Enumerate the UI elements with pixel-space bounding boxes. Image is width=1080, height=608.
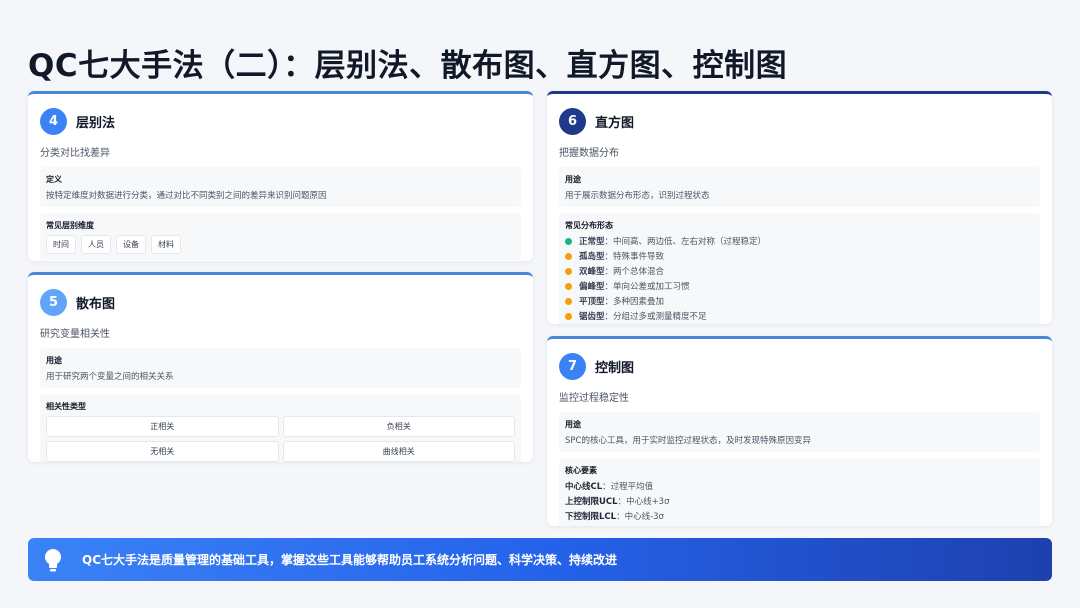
card-header: 7 控制图 [559,351,1040,381]
status-dot [565,297,572,305]
element-name: 上控制限UCL [565,497,618,507]
dimension-tag: 材料 [151,235,181,254]
distribution-item: 平顶型 ：多种因素叠加 [565,295,1034,307]
usage-text: 用于研究两个变量之间的相关关系 [46,372,174,382]
distribution-desc: ：特殊事件导致 [604,252,665,262]
status-dot [565,237,572,245]
card-subtitle: 监控过程稳定性 [559,393,629,404]
element-desc: ：中心线-3σ [616,512,664,522]
lightbulb-icon [42,547,64,573]
dimension-tags: 时间 人员 设备 材料 [46,235,515,254]
usage-text: SPC的核心工具，用于实时监控过程状态，及时发现特殊原因变异 [565,436,811,446]
card-scatter: 5 散布图 研究变量相关性 用途 用于研究两个变量之间的相关关系 相关性类型 正… [28,272,533,462]
control-element: 中心线CL：过程平均值 [565,480,1034,492]
correlation-types: 正相关 负相关 无相关 曲线相关 [46,416,515,462]
control-element: 下控制限LCL：中心线-3σ [565,510,1034,522]
card-subtitle: 把握数据分布 [559,148,619,159]
distribution-name: 偏峰型 [579,282,605,292]
status-dot [565,267,572,275]
status-dot [565,252,572,260]
distribution-name: 正常型 [579,237,605,247]
distribution-name: 锯齿型 [579,312,605,322]
number-badge: 5 [40,288,67,316]
definition-label: 定义 [46,175,62,184]
summary-banner: QC七大手法是质量管理的基础工具，掌握这些工具能够帮助员工系统分析问题、科学决策… [28,538,1052,581]
page-title: QC七大手法（二）：层别法、散布图、直方图、控制图 [28,48,788,84]
distribution-desc: ：中间高、两边低、左右对称（过程稳定） [604,237,767,247]
dimensions-box: 常见层别维度 时间 人员 设备 材料 [40,213,521,260]
correlation-type: 曲线相关 [282,441,515,462]
shapes-box: 常见分布形态 正常型 ：中间高、两边低、左右对称（过程稳定） 孤岛型 ：特殊事件导致… [559,213,1040,324]
usage-box: 用途 SPC的核心工具，用于实时监控过程状态，及时发现特殊原因变异 [559,412,1040,452]
card-histogram: 6 直方图 把握数据分布 用途 用于展示数据分布形态，识别过程状态 常见分布形态… [547,91,1052,324]
card-header: 5 散布图 [40,287,521,317]
types-label: 相关性类型 [46,402,86,411]
dimensions-label: 常见层别维度 [46,221,94,230]
distribution-name: 双峰型 [579,267,605,277]
element-name: 下控制限LCL [565,512,617,522]
status-dot [565,282,572,290]
distribution-desc: ：单向公差或加工习惯 [604,282,690,292]
usage-label: 用途 [565,420,581,429]
usage-box: 用途 用于研究两个变量之间的相关关系 [40,348,521,388]
correlation-type: 正相关 [46,416,279,437]
usage-label: 用途 [565,175,581,184]
card-header: 4 层别法 [40,106,521,136]
card-stratification: 4 层别法 分类对比找差异 定义 按特定维度对数据进行分类，通过对比不同类别之间… [28,91,533,261]
distribution-item: 双峰型 ：两个总体混合 [565,265,1034,277]
element-desc: ：中心线+3σ [617,497,670,507]
dimension-tag: 人员 [81,235,111,254]
usage-text: 用于展示数据分布形态，识别过程状态 [565,191,710,201]
distribution-item: 孤岛型 ：特殊事件导致 [565,250,1034,262]
number-badge: 6 [559,107,586,135]
types-box: 相关性类型 正相关 负相关 无相关 曲线相关 [40,394,521,462]
status-dot [565,312,572,320]
element-desc: ：过程平均值 [602,482,654,492]
distribution-item: 正常型 ：中间高、两边低、左右对称（过程稳定） [565,235,1034,247]
shapes-label: 常见分布形态 [565,221,613,230]
card-title: 层别法 [76,115,116,131]
distribution-item: 锯齿型 ：分组过多或测量精度不足 [565,310,1034,322]
card-title: 直方图 [595,115,635,131]
correlation-type: 负相关 [282,416,515,437]
usage-box: 用途 用于展示数据分布形态，识别过程状态 [559,167,1040,207]
distribution-desc: ：多种因素叠加 [604,297,665,307]
number-badge: 4 [40,107,67,135]
definition-text: 按特定维度对数据进行分类，通过对比不同类别之间的差异来识别问题原因 [46,191,327,201]
correlation-type: 无相关 [46,441,279,462]
card-subtitle: 分类对比找差异 [40,148,110,159]
elements-box: 核心要素 中心线CL：过程平均值 上控制限UCL：中心线+3σ 下控制限LCL：… [559,458,1040,526]
card-subtitle: 研究变量相关性 [40,329,110,340]
card-title: 散布图 [76,296,116,312]
dimension-tag: 设备 [116,235,146,254]
banner-text: QC七大手法是质量管理的基础工具，掌握这些工具能够帮助员工系统分析问题、科学决策… [82,553,618,567]
card-title: 控制图 [595,360,635,376]
distribution-name: 平顶型 [579,297,605,307]
card-header: 6 直方图 [559,106,1040,136]
distribution-name: 孤岛型 [579,252,605,262]
distribution-desc: ：分组过多或测量精度不足 [604,312,707,322]
dimension-tag: 时间 [46,235,76,254]
usage-label: 用途 [46,356,62,365]
element-name: 中心线CL [565,482,603,492]
definition-box: 定义 按特定维度对数据进行分类，通过对比不同类别之间的差异来识别问题原因 [40,167,521,207]
elements-label: 核心要素 [565,466,597,475]
card-control-chart: 7 控制图 监控过程稳定性 用途 SPC的核心工具，用于实时监控过程状态，及时发… [547,336,1052,526]
distribution-desc: ：两个总体混合 [604,267,665,277]
number-badge: 7 [559,352,586,380]
distribution-item: 偏峰型 ：单向公差或加工习惯 [565,280,1034,292]
control-element: 上控制限UCL：中心线+3σ [565,495,1034,507]
